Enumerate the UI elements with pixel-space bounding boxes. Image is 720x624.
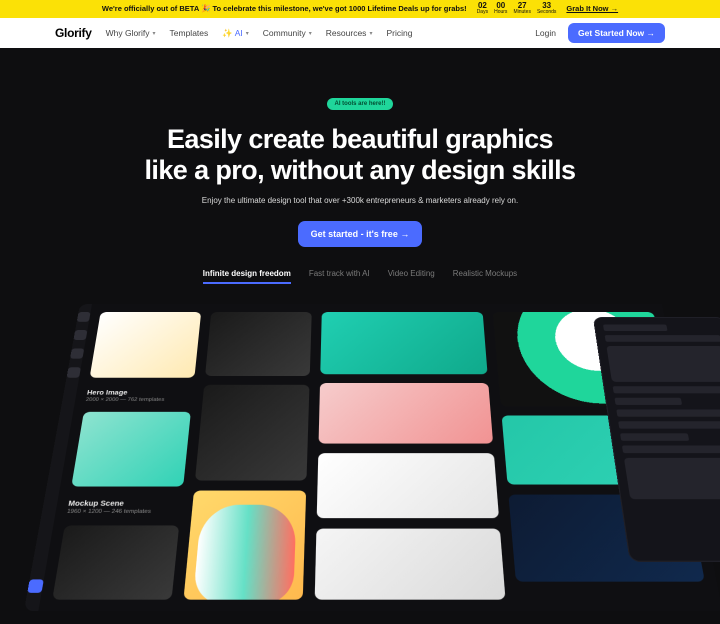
login-link[interactable]: Login bbox=[535, 28, 556, 38]
countdown: 02Days 00Hours 27Minutes 33Seconds bbox=[477, 2, 557, 15]
inspector-row bbox=[603, 324, 667, 331]
chevron-down-icon: ▾ bbox=[309, 30, 312, 37]
inspector-row bbox=[618, 421, 720, 428]
inspector-row bbox=[614, 398, 681, 405]
inspector-row bbox=[613, 386, 720, 393]
template-card[interactable] bbox=[90, 312, 202, 378]
template-card[interactable] bbox=[205, 312, 312, 376]
template-card[interactable] bbox=[195, 385, 310, 481]
showcase: Hero Image 2000 × 2000 — 762 templates M… bbox=[0, 304, 720, 624]
hero: AI tools are here!! Easily create beauti… bbox=[0, 48, 720, 296]
hero-pill: AI tools are here!! bbox=[327, 98, 392, 110]
nav-ai[interactable]: ✨ AI▾ bbox=[222, 28, 249, 39]
chevron-down-icon: ▾ bbox=[153, 30, 156, 37]
template-card[interactable] bbox=[183, 490, 306, 599]
promo-text: We're officially out of BETA 🎉 To celebr… bbox=[102, 4, 467, 13]
template-card[interactable] bbox=[52, 525, 179, 600]
inspector-row bbox=[620, 433, 689, 440]
chevron-down-icon: ▾ bbox=[246, 30, 249, 37]
gallery-section-mockup-scene: Mockup Scene 1960 × 1200 — 246 templates bbox=[67, 496, 183, 514]
inspector-preview bbox=[606, 346, 720, 382]
tab-fast-track-ai[interactable]: Fast track with AI bbox=[309, 269, 370, 284]
get-started-hero-button[interactable]: Get started - it's free → bbox=[298, 221, 423, 247]
nav-why-glorify[interactable]: Why Glorify▾ bbox=[106, 28, 156, 38]
hero-subtitle: Enjoy the ultimate design tool that over… bbox=[195, 196, 525, 207]
inspector-row bbox=[622, 445, 720, 453]
nav-templates[interactable]: Templates bbox=[170, 28, 209, 38]
showcase-tabs: Infinite design freedom Fast track with … bbox=[60, 269, 660, 284]
hero-heading: Easily create beautiful graphics like a … bbox=[60, 124, 660, 186]
tab-realistic-mockups[interactable]: Realistic Mockups bbox=[453, 269, 517, 284]
tab-video-editing[interactable]: Video Editing bbox=[388, 269, 435, 284]
nav-pricing[interactable]: Pricing bbox=[386, 28, 412, 38]
inspector-row bbox=[605, 335, 720, 342]
inspector-row bbox=[616, 409, 720, 416]
nav-resources[interactable]: Resources▾ bbox=[326, 28, 373, 38]
chevron-down-icon: ▾ bbox=[369, 30, 372, 37]
template-card[interactable] bbox=[71, 412, 191, 487]
inspector-preview bbox=[624, 458, 720, 499]
logo[interactable]: Glorify bbox=[55, 26, 92, 40]
tab-infinite-design[interactable]: Infinite design freedom bbox=[203, 269, 291, 284]
top-nav: Glorify Why Glorify▾ Templates ✨ AI▾ Com… bbox=[0, 18, 720, 48]
template-card[interactable] bbox=[320, 312, 487, 374]
template-card[interactable] bbox=[319, 383, 494, 443]
get-started-nav-button[interactable]: Get Started Now → bbox=[568, 23, 665, 43]
nav-community[interactable]: Community▾ bbox=[263, 28, 312, 38]
template-card[interactable] bbox=[317, 453, 499, 518]
promo-cta-link[interactable]: Grab It Now → bbox=[566, 4, 618, 13]
template-card[interactable] bbox=[315, 528, 506, 599]
gallery-section-hero-image: Hero Image 2000 × 2000 — 762 templates bbox=[85, 386, 193, 402]
promo-bar: We're officially out of BETA 🎉 To celebr… bbox=[0, 0, 720, 18]
